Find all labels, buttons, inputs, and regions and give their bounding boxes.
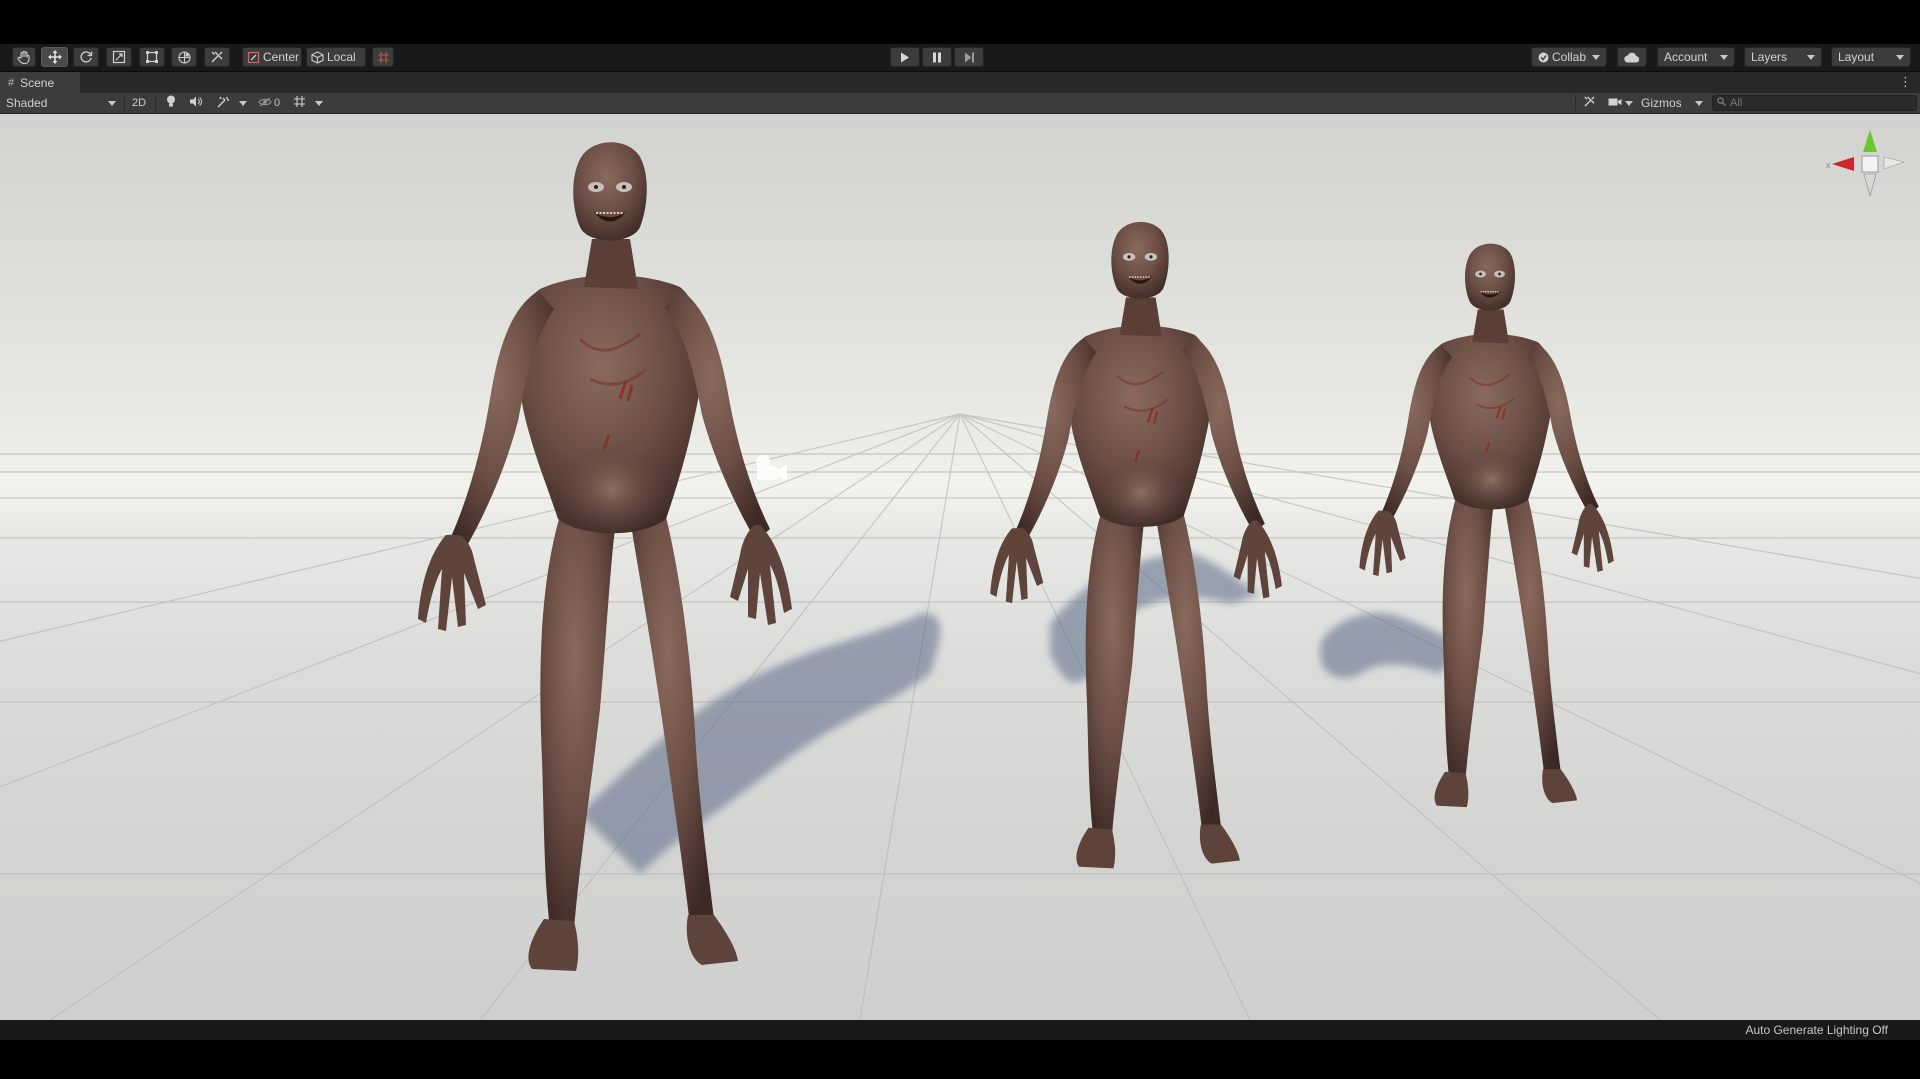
- check-circle-icon: [1538, 52, 1549, 63]
- scene-tab-bar: # Scene ⋮: [0, 72, 1920, 93]
- grid-dropdown[interactable]: [312, 94, 326, 112]
- play-button[interactable]: [890, 47, 920, 67]
- pivot-rotation-label: Local: [327, 50, 356, 64]
- transform-icon: [177, 50, 192, 65]
- chevron-down-icon: [315, 100, 323, 106]
- layout-label: Layout: [1838, 50, 1875, 64]
- effects-icon: [217, 96, 230, 111]
- hand-icon: [17, 50, 31, 64]
- creature-back: [1358, 242, 1615, 809]
- lightbulb-icon: [166, 95, 176, 111]
- pivot-mode-label: Center: [263, 50, 300, 64]
- floor-grid: [0, 413, 1920, 1020]
- collab-label: Collab: [1552, 50, 1587, 64]
- pivot-center-icon: [247, 51, 260, 64]
- scene-tab[interactable]: # Scene: [0, 72, 80, 93]
- draw-mode-label: Shaded: [6, 96, 48, 110]
- account-label: Account: [1664, 50, 1708, 64]
- cloud-button[interactable]: [1617, 47, 1647, 67]
- search-placeholder: All: [1730, 97, 1743, 109]
- status-bar: Auto Generate Lighting Off: [0, 1020, 1920, 1040]
- grid-icon: [293, 95, 306, 111]
- play-icon: [900, 52, 910, 63]
- grid-snap-icon: [377, 51, 390, 64]
- cloud-icon: [1624, 52, 1640, 63]
- chevron-down-icon: [1624, 100, 1633, 106]
- collab-dropdown[interactable]: Collab: [1531, 47, 1607, 67]
- wrench-icon: [1583, 95, 1596, 111]
- move-icon: [47, 49, 63, 65]
- hash-icon: #: [8, 76, 15, 89]
- scene-viewport[interactable]: x: [0, 114, 1920, 1020]
- main-toolbar: Center Local Collab Account Layers Layou…: [0, 44, 1920, 72]
- pivot-rotation-toggle[interactable]: Local: [306, 47, 366, 67]
- chevron-down-icon: [1592, 54, 1600, 60]
- chevron-down-icon: [1807, 54, 1815, 60]
- effects-dropdown[interactable]: [236, 94, 250, 112]
- toolbar-divider: [155, 95, 156, 111]
- hidden-objects-toggle[interactable]: 0: [254, 94, 284, 112]
- pivot-mode-toggle[interactable]: Center: [242, 47, 302, 67]
- gizmo-x-label: x: [1826, 160, 1831, 170]
- gizmos-label: Gizmos: [1641, 96, 1682, 110]
- toolbar-divider: [1575, 95, 1576, 111]
- toolbar-divider: [124, 95, 125, 111]
- layout-dropdown[interactable]: Layout: [1831, 47, 1911, 67]
- pause-icon: [932, 52, 942, 63]
- gizmos-dropdown[interactable]: Gizmos: [1638, 94, 1706, 112]
- eye-slash-icon: [258, 96, 272, 110]
- rect-icon: [145, 50, 159, 64]
- scene-tab-label: Scene: [20, 75, 55, 90]
- creature-middle: [989, 220, 1284, 870]
- grid-toggle[interactable]: [288, 94, 310, 112]
- video-camera-icon: [1608, 96, 1622, 110]
- step-icon: [964, 52, 975, 63]
- transform-tool-button[interactable]: [171, 47, 197, 67]
- layers-dropdown[interactable]: Layers: [1744, 47, 1822, 67]
- scale-icon: [112, 50, 126, 64]
- kebab-icon[interactable]: ⋮: [1899, 75, 1912, 89]
- creature-shadows: [580, 552, 1460, 874]
- scene-view-toolbar: Shaded 2D 0 Gizmos All: [0, 93, 1920, 114]
- wrench-icon: [210, 50, 224, 64]
- hidden-count: 0: [273, 97, 281, 109]
- scale-tool-button[interactable]: [106, 47, 132, 67]
- draw-mode-dropdown[interactable]: Shaded: [2, 94, 120, 112]
- hand-tool-button[interactable]: [12, 47, 36, 67]
- lighting-status[interactable]: Auto Generate Lighting Off: [1745, 1023, 1888, 1037]
- scene-render: x: [0, 130, 1920, 1020]
- effects-toggle[interactable]: [212, 94, 234, 112]
- chevron-down-icon: [1896, 54, 1904, 60]
- chevron-down-icon: [108, 100, 116, 106]
- chevron-down-icon: [1720, 54, 1728, 60]
- rotate-icon: [79, 50, 93, 64]
- lighting-toggle[interactable]: [160, 94, 182, 112]
- layers-label: Layers: [1751, 50, 1788, 64]
- custom-tool-button[interactable]: [204, 47, 230, 67]
- orientation-gizmo: x: [1826, 130, 1906, 198]
- creature-front: [416, 140, 794, 973]
- speaker-icon: [189, 96, 202, 110]
- move-tool-button[interactable]: [41, 47, 68, 67]
- chevron-down-icon: [1695, 100, 1703, 106]
- pause-button[interactable]: [922, 47, 952, 67]
- rotate-tool-button[interactable]: [73, 47, 99, 67]
- search-icon: [1717, 97, 1726, 109]
- local-cube-icon: [311, 50, 324, 64]
- scene-tools-button[interactable]: [1578, 94, 1600, 112]
- unity-editor-window: Center Local Collab Account Layers Layou…: [0, 0, 1920, 1079]
- account-dropdown[interactable]: Account: [1657, 47, 1735, 67]
- audio-toggle[interactable]: [184, 94, 206, 112]
- 2d-toggle[interactable]: 2D: [128, 94, 150, 112]
- grid-snap-button[interactable]: [372, 47, 394, 67]
- rect-tool-button[interactable]: [139, 47, 165, 67]
- scene-search-input[interactable]: All: [1712, 95, 1917, 111]
- step-button[interactable]: [954, 47, 984, 67]
- chevron-down-icon: [239, 100, 247, 106]
- camera-settings-dropdown[interactable]: [1604, 94, 1636, 112]
